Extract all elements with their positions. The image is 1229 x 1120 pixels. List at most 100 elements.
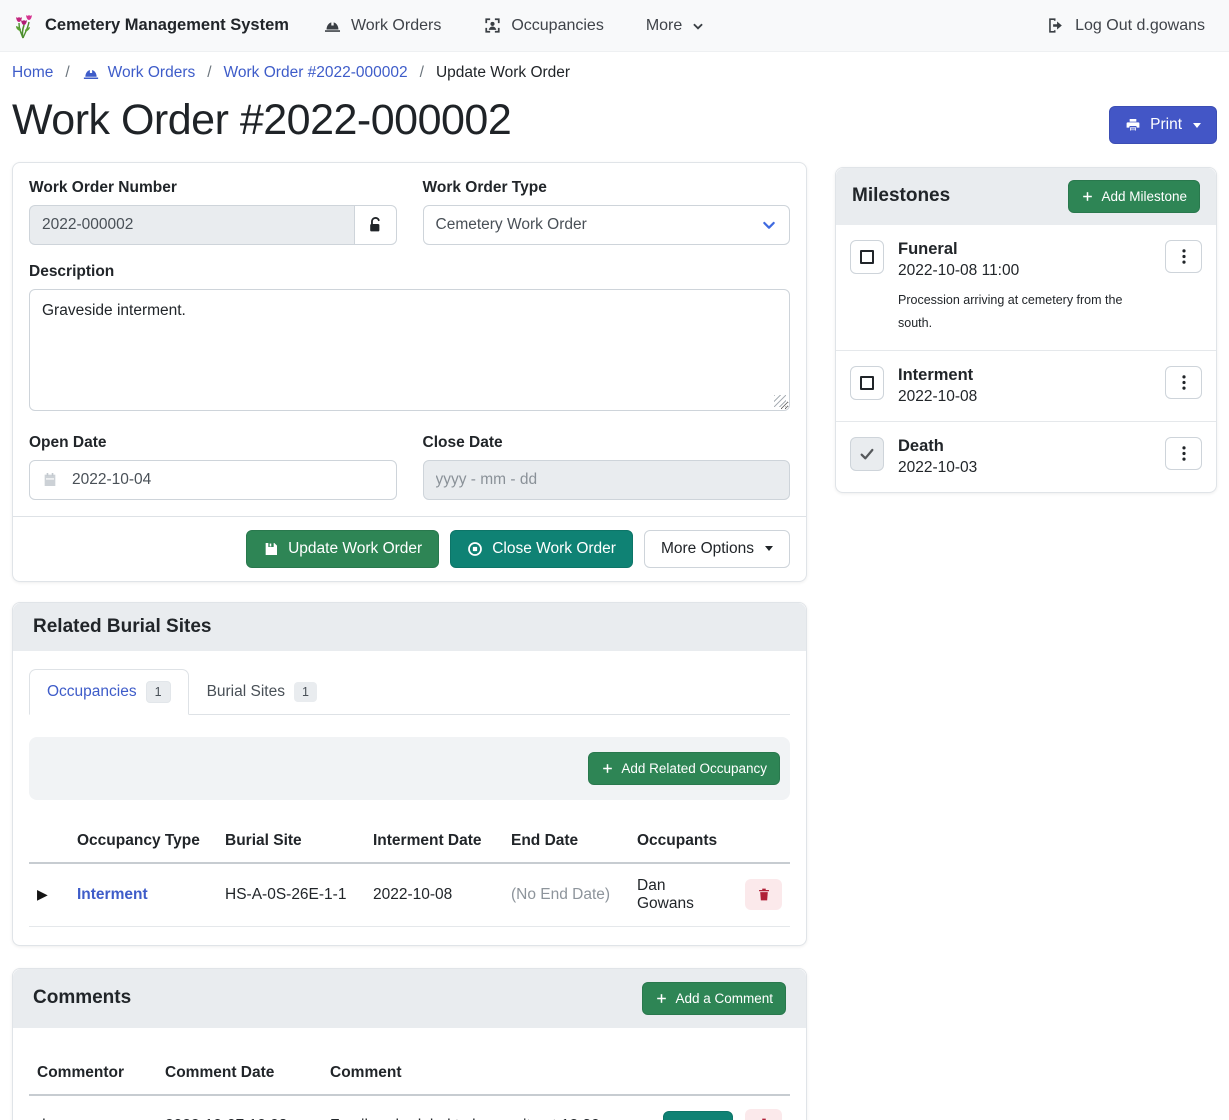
add-comment-button[interactable]: Add a Comment [642,982,786,1015]
comment-text-cell: Family scheduled to be on site at 12:30. [322,1095,655,1120]
open-date-label: Open Date [29,434,397,452]
breadcrumb-work-order-number[interactable]: Work Order #2022-000002 [224,64,408,82]
delete-comment-button[interactable] [745,1109,782,1120]
tab-occupancies[interactable]: Occupancies 1 [29,669,189,715]
col-burial-site: Burial Site [217,820,365,863]
main-nav: Work Orders Occupancies More [323,16,705,35]
chevron-down-icon [691,19,705,33]
related-burial-sites-header: Related Burial Sites [13,603,806,651]
nav-work-orders[interactable]: Work Orders [323,16,441,35]
kebab-icon [1182,375,1186,390]
burial-site-cell: HS-A-0S-26E-1-1 [217,863,365,927]
milestone-item-interment: Interment 2022-10-08 [836,350,1216,421]
comments-table: Commentor Comment Date Comment d.gowans … [29,1052,790,1120]
col-comment: Comment [322,1052,655,1095]
occupancy-table-row: ▶ Interment HS-A-0S-26E-1-1 2022-10-08 (… [29,863,790,927]
milestone-menu-button[interactable] [1165,366,1202,399]
occupants-cell: Dan Gowans [629,863,734,927]
occupancy-frame-icon [483,16,502,35]
occupancies-table: Occupancy Type Burial Site Interment Dat… [29,820,790,927]
checkmark-icon [859,446,875,462]
comments-title: Comments [33,987,131,1009]
logout-button[interactable]: Log Out d.gowans [1046,16,1205,35]
breadcrumb-home[interactable]: Home [12,64,53,82]
milestones-list: Funeral 2022-10-08 11:00 Procession arri… [836,225,1216,492]
end-date-cell: (No End Date) [503,863,629,927]
breadcrumb-work-orders[interactable]: Work Orders [82,64,196,82]
work-order-number-label: Work Order Number [29,179,397,197]
related-tabs: Occupancies 1 Burial Sites 1 [29,669,790,715]
milestone-menu-button[interactable] [1165,240,1202,273]
milestone-menu-button[interactable] [1165,437,1202,470]
app-brand[interactable]: Cemetery Management System [12,13,289,39]
nav-more[interactable]: More [646,17,705,35]
milestone-checkbox-checked[interactable] [850,437,884,471]
caret-down-icon [765,546,773,551]
close-work-order-button[interactable]: Close Work Order [450,530,633,568]
tab-occupancies-count-badge: 1 [146,681,171,703]
breadcrumb: Home / Work Orders / Work Order #2022-00… [0,52,1229,86]
calendar-icon [42,471,58,488]
milestone-title: Death [898,437,1151,456]
milestone-title: Interment [898,366,1151,385]
save-icon [263,541,279,557]
kebab-icon [1182,249,1186,264]
col-comment-date: Comment Date [157,1052,322,1095]
main-content: Work Order Number Work [0,162,1229,1120]
chevron-down-icon [761,217,777,233]
work-order-form: Work Order Number Work [13,163,806,516]
sign-out-icon [1046,16,1065,35]
work-order-type-select[interactable]: Cemetery Work Order [423,205,791,245]
edit-comment-button[interactable]: Edit [663,1111,732,1120]
trash-icon [757,887,771,902]
add-related-occupancy-button[interactable]: Add Related Occupancy [588,752,780,785]
breadcrumb-separator: / [65,64,69,82]
milestone-item-funeral: Funeral 2022-10-08 11:00 Procession arri… [836,225,1216,350]
milestones-header: Milestones Add Milestone [836,168,1216,225]
comments-card: Comments Add a Comment Commentor [12,968,807,1120]
description-textarea[interactable]: Graveside interment. [29,289,790,411]
plus-icon [655,992,668,1005]
delete-occupancy-button[interactable] [745,879,782,910]
hard-hat-icon [82,64,100,82]
tulip-logo-icon [12,13,36,39]
expand-row-icon[interactable]: ▶ [29,863,69,927]
comments-table-header-row: Commentor Comment Date Comment [29,1052,790,1095]
update-work-order-button[interactable]: Update Work Order [246,530,439,568]
occupancy-type-link[interactable]: Interment [77,886,148,903]
comment-date-cell: 2022-10-07 10:08 [157,1095,322,1120]
breadcrumb-current: Update Work Order [436,64,570,82]
checkbox-empty-icon [860,250,874,264]
nav-occupancies[interactable]: Occupancies [483,16,604,35]
col-commentor: Commentor [29,1052,157,1095]
unlock-icon [367,216,384,234]
related-burial-sites-card: Related Burial Sites Occupancies 1 Buria… [12,602,807,946]
page-title: Work Order #2022-000002 [12,94,511,148]
milestone-checkbox[interactable] [850,366,884,400]
add-milestone-button[interactable]: Add Milestone [1068,180,1200,213]
occupancies-toolbar: Add Related Occupancy [29,737,790,800]
occupancies-table-header-row: Occupancy Type Burial Site Interment Dat… [29,820,790,863]
tab-burial-sites-count-badge: 1 [294,682,317,702]
milestone-date: 2022-10-03 [898,459,1151,477]
tab-burial-sites[interactable]: Burial Sites 1 [189,669,335,715]
interment-date-cell: 2022-10-08 [365,863,503,927]
milestones-title: Milestones [852,185,950,207]
related-burial-sites-title: Related Burial Sites [33,616,211,638]
hard-hat-icon [323,16,342,35]
work-order-number-input [29,205,354,245]
col-occupants: Occupants [629,820,734,863]
milestone-title: Funeral [898,240,1151,259]
milestone-checkbox[interactable] [850,240,884,274]
caret-down-icon [1193,123,1201,128]
more-options-button[interactable]: More Options [644,530,790,568]
stop-circle-icon [467,541,483,557]
app-title: Cemetery Management System [45,16,289,35]
open-date-input[interactable] [29,460,397,500]
plus-icon [601,762,614,775]
unlock-button[interactable] [354,205,396,245]
col-occupancy-type: Occupancy Type [69,820,217,863]
comments-header: Comments Add a Comment [13,969,806,1028]
top-navbar: Cemetery Management System Work Orders O… [0,0,1229,52]
print-button[interactable]: Print [1109,106,1217,144]
